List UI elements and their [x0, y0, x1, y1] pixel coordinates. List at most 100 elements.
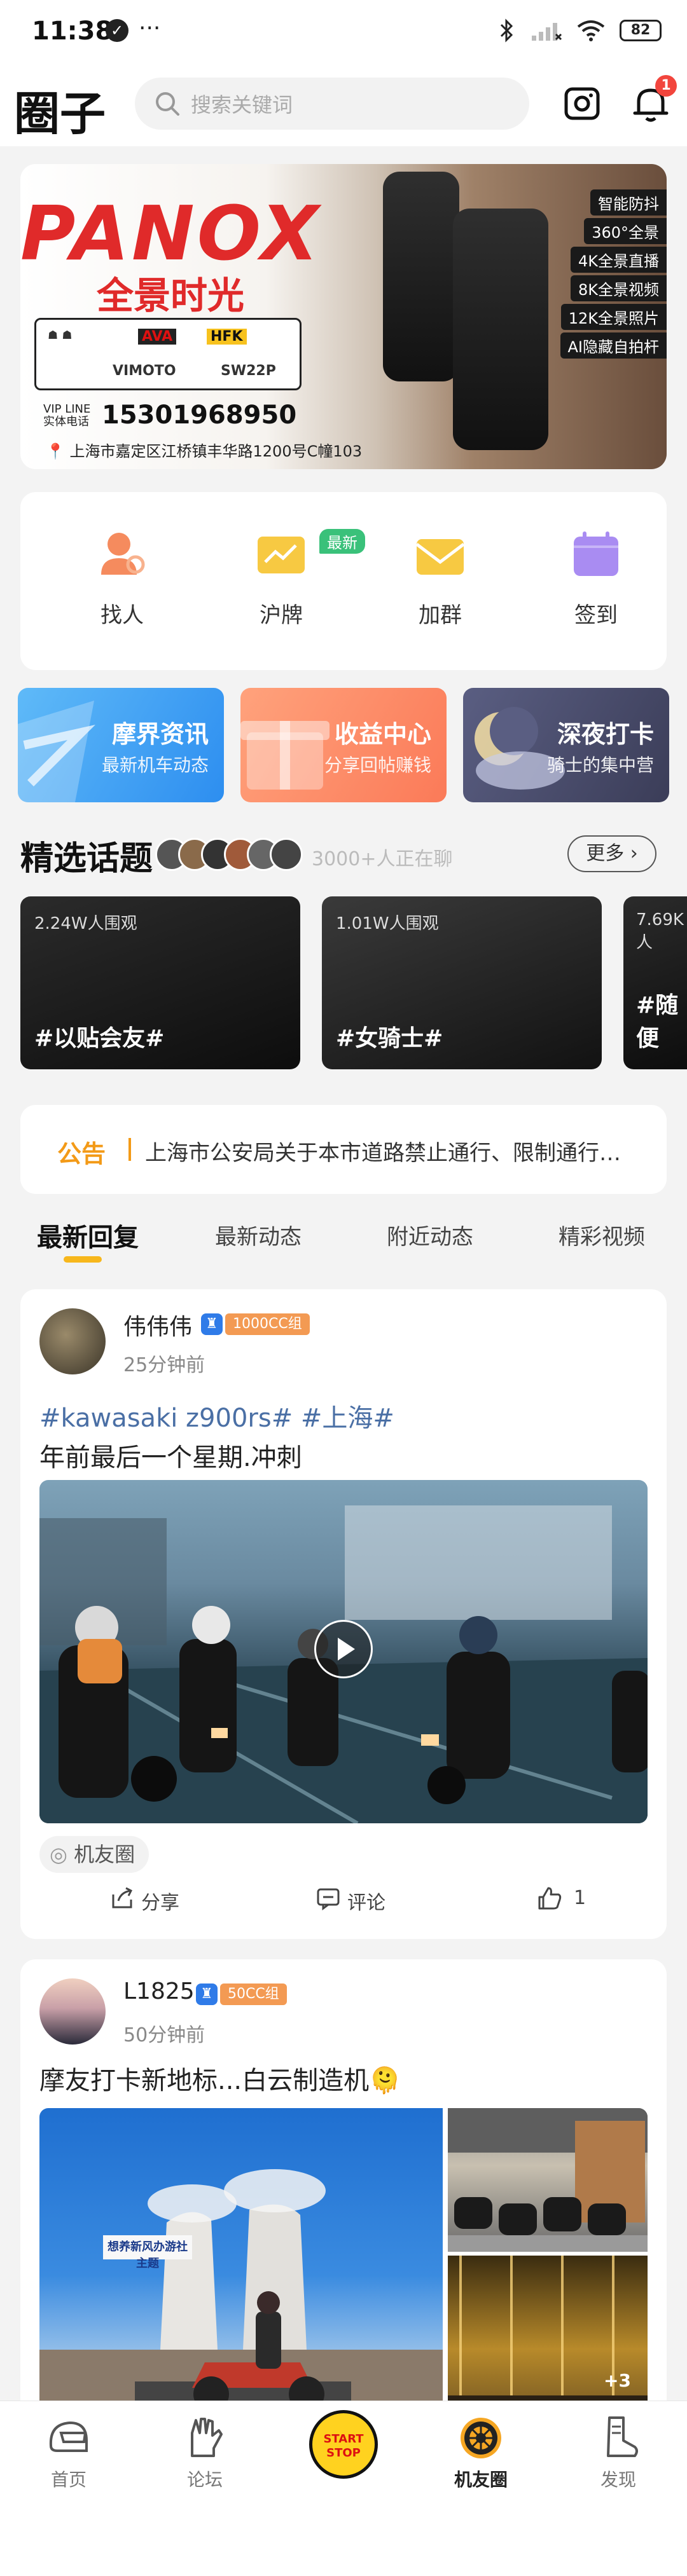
announcement-bar[interactable]: 公告 上海市公安局关于本市道路禁止通行、限制通行措...: [20, 1105, 667, 1194]
quick-label: 找人: [101, 603, 144, 628]
post-body: 摩友打卡新地标...白云制造机🫠: [39, 2066, 401, 2095]
banner-address: 📍 上海市嘉定区江桥镇丰华路1200号C幢103: [46, 442, 363, 460]
banner-slogan: 全景时光: [97, 274, 245, 317]
comment-button[interactable]: 评论: [316, 1881, 417, 1919]
tab-latest-posts[interactable]: 最新动态: [215, 1219, 302, 1250]
card-title: 收益中心: [334, 720, 431, 748]
helmet-icon: [45, 2414, 93, 2462]
quick-label: 签到: [574, 603, 618, 628]
more-topics-button[interactable]: 更多 ›: [567, 835, 656, 872]
logo-sweep: SW22P: [221, 363, 276, 379]
card-night-checkin[interactable]: 深夜打卡 骑士的集中营: [463, 688, 669, 802]
boot-icon: [594, 2414, 642, 2462]
share-icon: [112, 1887, 133, 1908]
sign-text: 想养新风办游社主题: [108, 2240, 188, 2270]
nav-home[interactable]: 首页: [18, 2414, 120, 2491]
logo-ava: AVA: [138, 329, 177, 345]
feature-tag: 8K全景视频: [570, 275, 667, 301]
vip-text: VIP LINE 实体电话: [43, 402, 91, 428]
notification-button[interactable]: 1: [628, 75, 677, 126]
like-button[interactable]: 1: [537, 1881, 613, 1919]
post-username[interactable]: L1825: [123, 1978, 195, 2004]
tab-nearby[interactable]: 附近动态: [387, 1219, 473, 1250]
topic-views: 7.69K人: [636, 910, 684, 952]
quick-actions: 找人 沪牌 最新 加群 签到: [20, 492, 667, 670]
post-card[interactable]: L1825 ♜ 50CC组 50分钟前 摩友打卡新地标...白云制造机🫠 想养新…: [20, 1959, 667, 2442]
status-time: 11:38: [32, 17, 113, 46]
post-video[interactable]: [39, 1480, 648, 1823]
post-image[interactable]: 想养新风办游社主题: [39, 2108, 443, 2442]
post-card[interactable]: 伟伟伟 ♜ 1000CC组 25分钟前 #kawasaki z900rs# #上…: [20, 1289, 667, 1939]
camera-product-image-2: [453, 209, 548, 450]
address-text: 上海市嘉定区江桥镇丰华路1200号C幢103: [69, 442, 363, 460]
photo-scene: [448, 2108, 648, 2252]
feature-tag: 12K全景照片: [560, 304, 667, 330]
wifi-icon: [577, 20, 605, 41]
nav-moto-circle[interactable]: 机友圈: [430, 2414, 532, 2491]
quick-label: 沪牌: [260, 603, 303, 628]
search-placeholder: 搜索关键词: [191, 93, 293, 117]
topic-name: #女骑士#: [336, 1025, 443, 1052]
topic-card[interactable]: 1.01W人围观 #女骑士#: [322, 896, 602, 1069]
topic-card[interactable]: 7.69K人 #随便: [623, 896, 687, 1069]
card-subtitle: 分享回帖赚钱: [324, 755, 431, 776]
quick-join-group[interactable]: 加群: [383, 525, 497, 629]
battery-indicator: 82: [620, 20, 662, 41]
post-tags[interactable]: #kawasaki z900rs# #上海#: [39, 1397, 394, 1434]
share-label: 分享: [141, 1892, 179, 1914]
circle-label: 机友圈: [74, 1842, 135, 1867]
tab-latest-replies[interactable]: 最新回复: [37, 1217, 139, 1254]
post-username[interactable]: 伟伟伟: [123, 1308, 192, 1341]
nav-label: 机友圈: [454, 2469, 508, 2490]
tab-indicator: [64, 1256, 102, 1263]
play-icon: [338, 1638, 355, 1661]
topics-header: 精选话题 3000+人正在聊 更多 ›: [20, 826, 667, 878]
comment-label: 评论: [347, 1892, 385, 1914]
logo-hfk: HFK: [207, 329, 247, 345]
card-news[interactable]: 摩界资讯 最新机车动态: [18, 688, 224, 802]
nav-label: 论坛: [186, 2469, 223, 2490]
banner-brand: PANOX: [20, 189, 321, 277]
notice-text: 上海市公安局关于本市道路禁止通行、限制通行措...: [145, 1141, 641, 1166]
quick-find-people[interactable]: 找人: [65, 525, 179, 629]
level-badge: 50CC组: [220, 1983, 287, 2005]
share-button[interactable]: 分享: [109, 1881, 211, 1919]
card-subtitle: 最新机车动态: [101, 755, 209, 776]
nav-label: 首页: [50, 2469, 87, 2490]
topic-name: #以贴会友#: [34, 1025, 165, 1052]
start-stop-button[interactable]: START STOP: [309, 2410, 378, 2479]
bottom-nav: 首页 论坛 START STOP 机友圈 发现: [0, 2401, 687, 2576]
nav-forum[interactable]: 论坛: [154, 2414, 256, 2491]
post-image[interactable]: [448, 2108, 648, 2252]
banner-phone: 15301968950: [102, 401, 297, 430]
nav-discover[interactable]: 发现: [567, 2414, 669, 2491]
circle-tag[interactable]: ◎ 机友圈: [39, 1836, 149, 1873]
card-subtitle: 骑士的集中营: [546, 755, 654, 776]
search-bar[interactable]: 搜索关键词: [135, 78, 529, 130]
topic-name: #随便: [636, 992, 679, 1052]
circle-icon: ◎: [50, 1842, 67, 1867]
divider: [0, 1085, 687, 1086]
quick-label: 加群: [419, 603, 462, 628]
partner-logos: ☗ ☗ AVA HFK VIMOTO SW22P: [34, 318, 302, 390]
topics-title: 精选话题: [20, 840, 153, 878]
avatar[interactable]: [39, 1978, 106, 2045]
quick-check-in[interactable]: 签到: [539, 525, 653, 629]
verified-icon: ♜: [201, 1313, 223, 1335]
like-count: 1: [574, 1887, 586, 1909]
tab-videos[interactable]: 精彩视频: [559, 1219, 645, 1250]
play-button[interactable]: [314, 1620, 373, 1678]
scan-button[interactable]: [560, 81, 604, 126]
card-earnings[interactable]: 收益中心 分享回帖赚钱: [240, 688, 447, 802]
feature-tag: AI隐藏自拍杆: [560, 332, 667, 359]
feed-tabs: 最新回复 最新动态 附近动态 精彩视频: [0, 1208, 687, 1271]
topic-card[interactable]: 2.24W人围观 #以贴会友#: [20, 896, 300, 1069]
post-time: 50分钟前: [123, 2024, 205, 2046]
promo-banner[interactable]: PANOX 全景时光 ☗ ☗ AVA HFK VIMOTO SW22P VIP …: [20, 164, 667, 469]
app-header: 圈子 搜索关键词 1: [0, 64, 687, 146]
photo-scene: [39, 2169, 443, 2442]
check-icon: ✓: [106, 19, 128, 42]
join-group-icon: [412, 525, 469, 582]
avatar[interactable]: [39, 1308, 106, 1374]
glove-icon: [181, 2414, 229, 2462]
